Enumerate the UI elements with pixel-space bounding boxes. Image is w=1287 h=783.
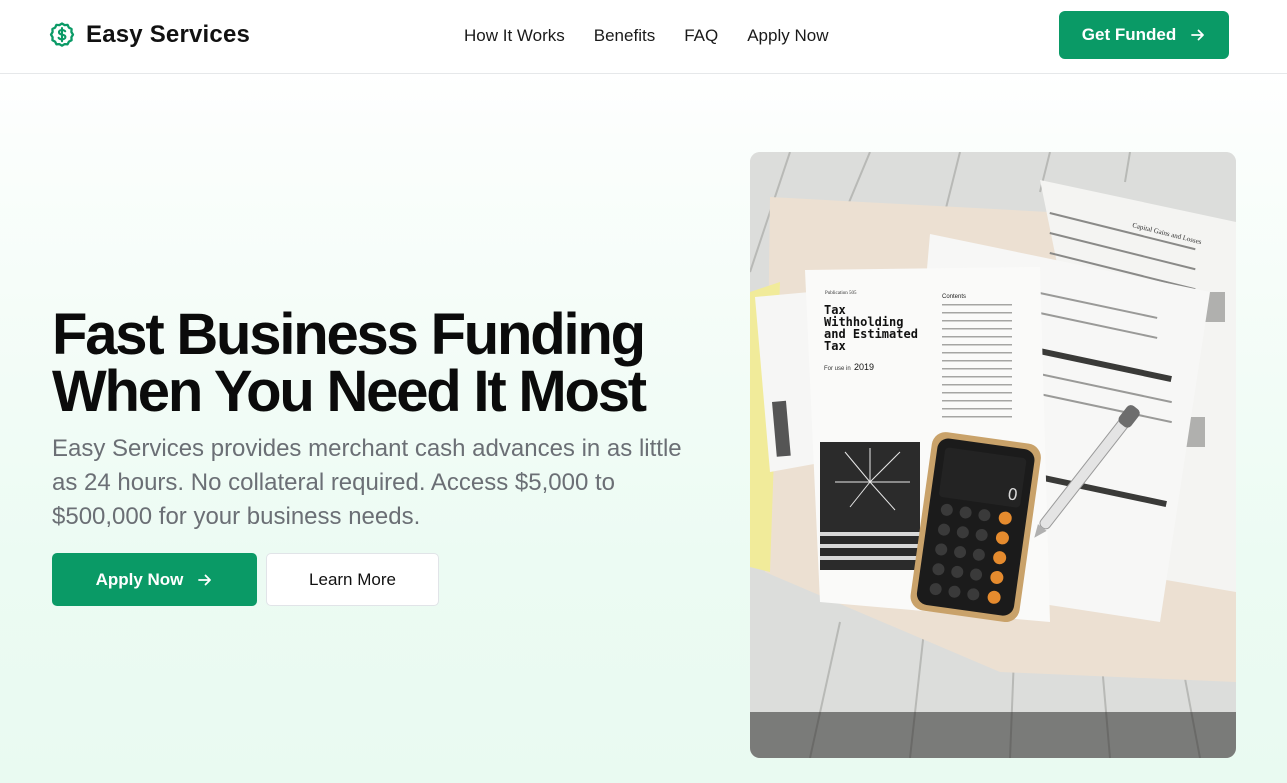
hero-title: Fast Business Funding When You Need It M… xyxy=(52,302,712,424)
get-funded-button[interactable]: Get Funded xyxy=(1059,11,1229,59)
site-header: Easy Services How It Works Benefits FAQ … xyxy=(0,0,1287,74)
dollar-circle-icon xyxy=(49,22,75,47)
hero-title-line-1: Fast Business Funding xyxy=(52,302,646,367)
get-funded-label: Get Funded xyxy=(1081,25,1177,44)
apply-now-label: Apply Now xyxy=(95,569,184,589)
nav-link-faq[interactable]: FAQ xyxy=(684,24,718,48)
publication-label: Publication 505 xyxy=(825,291,857,296)
hero-title-line-2: When You Need It Most xyxy=(52,359,647,424)
brand-name: Easy Services xyxy=(86,21,251,48)
doc-title-line-4: Tax xyxy=(824,339,846,353)
hero-image: Capital Gains and Losses Publication 505… xyxy=(750,152,1236,758)
nav-link-benefits[interactable]: Benefits xyxy=(594,24,655,48)
arrow-right-icon xyxy=(1191,29,1205,41)
nav-link-apply-now[interactable]: Apply Now xyxy=(747,24,828,48)
main-nav: How It Works Benefits FAQ Apply Now xyxy=(464,24,828,48)
apply-now-button[interactable]: Apply Now xyxy=(52,553,257,606)
brand[interactable]: Easy Services xyxy=(48,20,250,50)
doc-year-label: For use in xyxy=(824,366,851,372)
page: Easy Services How It Works Benefits FAQ … xyxy=(0,0,1287,783)
learn-more-button[interactable]: Learn More xyxy=(266,553,439,606)
contents-label: Contents xyxy=(942,294,966,300)
nav-link-how-it-works[interactable]: How It Works xyxy=(464,24,565,48)
hero-description: Easy Services provides merchant cash adv… xyxy=(52,435,682,530)
arrow-right-icon xyxy=(198,574,212,585)
doc-year: 2019 xyxy=(854,362,874,372)
learn-more-label: Learn More xyxy=(309,569,396,589)
